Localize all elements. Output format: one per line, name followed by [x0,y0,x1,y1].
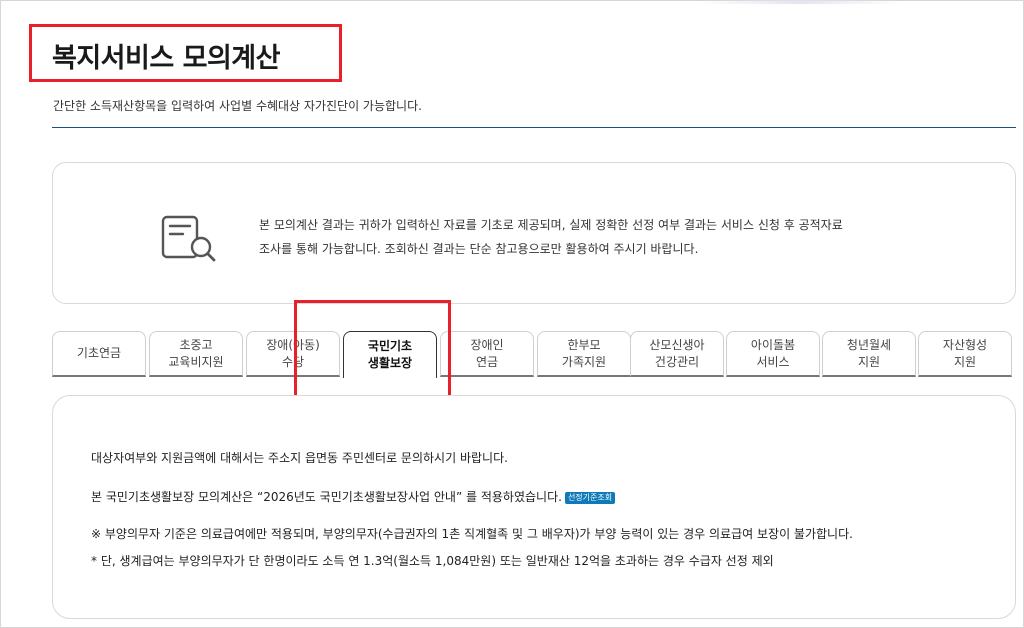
applied-guide-text: 본 국민기초생활보장 모의계산은 “2026년도 국민기초생활보장사업 안내” … [91,488,616,505]
notice-text: 본 모의계산 결과는 귀하가 입력하신 자료를 기초로 제공되며, 실제 정확한… [259,213,959,261]
tab-childcare[interactable]: 아이돌봄 서비스 [726,331,820,377]
tab-basic-pension[interactable]: 기초연금 [52,331,146,377]
tab-maternal-newborn[interactable]: 산모신생아 건강관리 [630,331,724,377]
tab-label-line2: 건강관리 [654,354,700,369]
notice-line-2: 조사를 통해 가능합니다. 조회하신 결과는 단순 참고용으로만 활용하여 주시… [259,242,699,256]
tab-label: 자산형성 [942,337,988,352]
tab-single-parent[interactable]: 한부모 가족지원 [537,331,631,377]
tab-label-line2: 지원 [857,354,881,369]
page-subtitle: 간단한 소득재산항목을 입력하여 사업별 수혜대상 자가진단이 가능합니다. [53,99,422,113]
notice-box: 본 모의계산 결과는 귀하가 입력하신 자료를 기초로 제공되며, 실제 정확한… [52,162,1016,304]
tab-label: 장애인 [470,337,504,352]
service-tabs: 기초연금 초중고 교육비지원 장애(아동) 수당 국민기초 생활보장 장애인 연… [52,331,1014,378]
tab-label-line2: 지원 [953,354,977,369]
title-divider [52,127,1016,128]
tab-label: 청년월세 [846,337,892,352]
tab-disability-pension[interactable]: 장애인 연금 [440,331,534,377]
document-search-icon [161,215,216,262]
tab-label: 아이돌봄 [750,337,796,352]
tab-label: 한부모 [567,337,601,352]
applied-guide-label: 본 국민기초생활보장 모의계산은 “2026년도 국민기초생활보장사업 안내” … [91,490,562,504]
tab-label: 초중고 [179,337,213,352]
title-highlight-box [29,24,342,82]
supporter-note: ※ 부양의무자 기준은 의료급여에만 적용되며, 부양의무자(수급권자의 1촌 … [91,527,853,541]
inquiry-text: 대상자여부와 지원금액에 대해서는 주소지 읍면동 주민센터로 문의하시기 바랍… [91,451,508,465]
top-shadow [700,0,900,4]
tab-label-line2: 연금 [475,354,499,369]
tab-label: 산모신생아 [649,337,705,352]
notice-line-1: 본 모의계산 결과는 귀하가 입력하신 자료를 기초로 제공되며, 실제 정확한… [259,218,843,232]
tab-youth-rent[interactable]: 청년월세 지원 [822,331,916,377]
tab-label-line2: 교육비지원 [168,354,224,369]
tab-school-expense[interactable]: 초중고 교육비지원 [149,331,243,377]
criteria-lookup-button[interactable]: 선정기준조회 [564,491,616,504]
content-panel: 대상자여부와 지원금액에 대해서는 주소지 읍면동 주민센터로 문의하시기 바랍… [52,395,1016,619]
tab-highlight-box [294,300,451,403]
tab-label: 기초연금 [76,346,122,360]
tab-label-line2: 가족지원 [561,354,607,369]
tab-asset-building[interactable]: 자산형성 지원 [918,331,1012,377]
livelihood-note: * 단, 생계급여는 부양의무자가 단 한명이라도 소득 연 1.3억(월소득 … [91,554,774,568]
tab-label-line2: 서비스 [756,354,790,369]
